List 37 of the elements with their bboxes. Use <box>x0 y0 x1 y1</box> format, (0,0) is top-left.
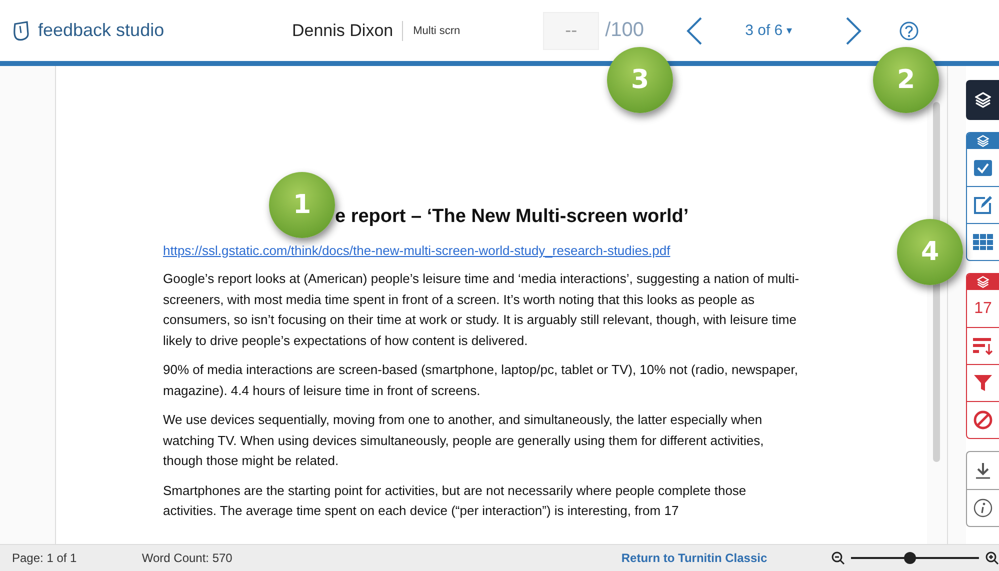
zoom-in-icon[interactable] <box>985 551 999 565</box>
help-icon <box>898 20 919 40</box>
logo-text: feedback studio <box>38 20 164 41</box>
page-count: Page: 1 of 1 <box>12 551 78 565</box>
return-link[interactable]: Return to Turnitin Classic <box>621 551 832 565</box>
download-icon <box>975 462 991 480</box>
document-paragraph: Smartphones are the starting point for activities, but are not necessarily where people complete those activities. The average time spent on each device (“per interaction”) is interesting, from 17 <box>163 482 748 520</box>
document-paragraph: Google’s report looks at (American) people’s leisure time and ‘media interactions’, suggesting a nation of multi-screeners, with most media time spent in front of a screen. It’s worth noting that this looks as people as consumers, so isn’t focusing on their time at work or study. It is arguably still relevant, though, with leisure time likely to drive people’s expectations of how content is delivered. <box>163 270 800 350</box>
assignment-title: Multi scrn <box>413 24 462 36</box>
no-entry-icon <box>973 410 993 430</box>
grade-input[interactable]: -- <box>543 12 600 50</box>
help-button[interactable] <box>898 20 919 40</box>
document-link[interactable]: https://ssl.gstatic.com/think/docs/the-new-multi-screen-world-study_research-studies.pdf <box>163 243 670 258</box>
previous-button[interactable] <box>685 16 704 46</box>
filter-icon <box>974 374 992 392</box>
sort-icon <box>973 337 993 355</box>
student-name: Dennis Dixon <box>292 20 404 40</box>
chevron-left-icon <box>685 16 704 46</box>
info-icon <box>973 498 993 518</box>
zoom-out-icon[interactable] <box>831 551 846 565</box>
submission-dropdown[interactable]: 3 of 6 ▾ <box>743 20 795 41</box>
word-count: Word Count: 570 <box>142 551 234 565</box>
document-paragraph: We use devices sequentially, moving from one to another, and simultaneously, the latter especially when watching TV. When using devices simultaneously, people are generally using them for different activities, though those might be related. <box>163 411 765 470</box>
grade-total: /100 <box>605 19 646 42</box>
document-paragraph: 90% of media interactions are screen-based (smartphone, laptop/pc, tablet or TV), 10% not (radio, newspaper, magazine). 4.4 hours of leisure time in front of screens. <box>163 361 799 400</box>
logo-icon <box>12 20 32 42</box>
layers-icon <box>975 92 991 108</box>
layers-icon <box>977 135 989 147</box>
count-button[interactable]: 17 <box>967 290 999 327</box>
chevron-right-icon <box>844 16 863 46</box>
checkbox-icon <box>973 158 993 176</box>
grid-icon <box>973 234 993 250</box>
document-heading: e report – ‘The New Multi-screen world’ <box>335 206 690 228</box>
next-button[interactable] <box>844 16 863 46</box>
zoom-slider-thumb[interactable] <box>904 552 916 564</box>
edit-icon <box>973 195 993 215</box>
layers-icon <box>977 276 989 288</box>
